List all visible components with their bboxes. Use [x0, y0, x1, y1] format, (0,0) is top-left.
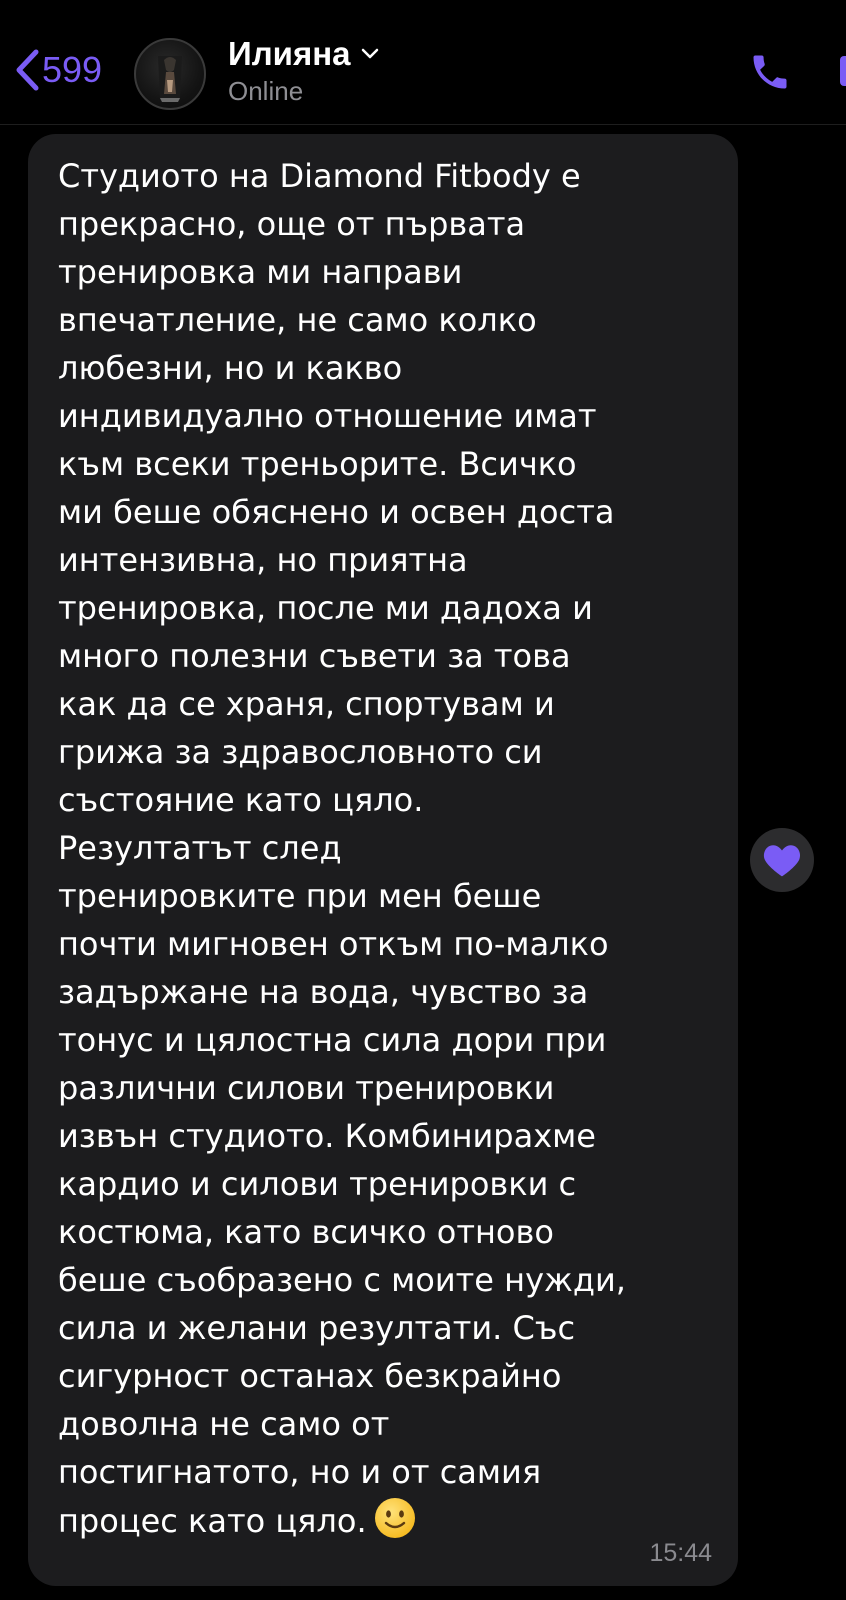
message-text: Студиото на Diamond Fitbody е прекрасно,…: [58, 152, 708, 1545]
unread-count: 599: [42, 49, 103, 90]
phone-icon: [753, 55, 787, 89]
contact-info[interactable]: Илияна Online: [228, 35, 379, 107]
reaction-button[interactable]: [750, 828, 814, 892]
avatar-photo: [158, 56, 182, 102]
call-button[interactable]: [748, 50, 792, 98]
back-button[interactable]: 599: [14, 48, 102, 92]
chat-header: 599 Илияна Online: [0, 0, 846, 125]
avatar[interactable]: [134, 38, 206, 110]
chevron-down-icon: [361, 48, 378, 59]
slightly-smiling-face-icon: [374, 1498, 415, 1538]
chevron-left-icon: [16, 49, 39, 91]
message-body: Студиото на Diamond Fitbody е прекрасно,…: [58, 157, 626, 1540]
message-timestamp: 15:44: [649, 1539, 712, 1567]
video-call-icon[interactable]: [840, 56, 846, 86]
heart-icon: [763, 845, 801, 877]
contact-name: Илияна: [228, 35, 351, 72]
message-bubble[interactable]: Студиото на Diamond Fitbody е прекрасно,…: [28, 134, 738, 1586]
contact-status: Online: [228, 76, 304, 107]
contact-name-row[interactable]: Илияна: [228, 35, 379, 72]
